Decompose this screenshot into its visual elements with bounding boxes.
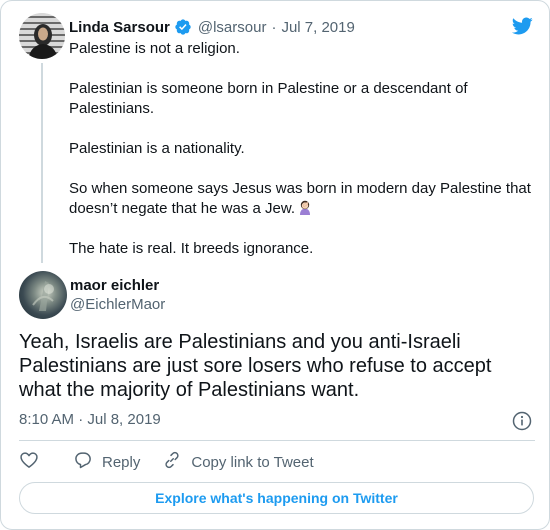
copy-link-label: Copy link to Tweet	[191, 453, 314, 471]
embedded-tweet-card: Linda Sarsour @lsarsour · Jul 7, 2019 Pa…	[0, 0, 550, 530]
woman-facepalming-emoji-icon	[297, 199, 313, 215]
parent-tweet-date[interactable]: Jul 7, 2019	[281, 19, 354, 36]
copy-link-button[interactable]: Copy link to Tweet	[162, 450, 314, 474]
parent-author-handle[interactable]: @lsarsour	[198, 19, 267, 36]
reply-tweet-text: Yeah, Israelis are Palestinians and you …	[19, 331, 492, 401]
parent-tweet-paragraph: The hate is real. It breeds ignorance.	[69, 240, 314, 257]
linda-sarsour-avatar[interactable]	[19, 13, 65, 59]
verified-badge-icon	[174, 18, 192, 36]
parent-tweet-paragraph-with-emoji: So when someone says Jesus was born in m…	[69, 179, 539, 219]
parent-tweet-paragraph: Palestinian is a nationality.	[69, 140, 245, 157]
explore-twitter-button[interactable]: Explore what's happening on Twitter	[19, 482, 534, 514]
heart-icon	[19, 450, 39, 474]
header-separator: ·	[271, 18, 277, 36]
parent-tweet-paragraph: Palestine is not a religion.	[69, 40, 240, 57]
reply-button[interactable]: Reply	[73, 450, 140, 474]
reply-author-name[interactable]: maor eichler	[70, 277, 159, 294]
reply-bubble-icon	[73, 450, 93, 474]
parent-tweet-paragraph: Palestinian is someone born in Palestine…	[69, 80, 468, 117]
reply-timestamp[interactable]: 8:10 AM · Jul 8, 2019	[19, 411, 161, 428]
info-icon[interactable]	[512, 411, 532, 431]
parent-tweet-header: Linda Sarsour @lsarsour · Jul 7, 2019	[69, 17, 355, 37]
parent-author-name[interactable]: Linda Sarsour	[69, 19, 170, 36]
reply-author-handle[interactable]: @EichlerMaor	[70, 296, 165, 313]
maor-eichler-avatar[interactable]	[19, 271, 67, 319]
link-icon	[162, 450, 182, 474]
reply-label: Reply	[102, 453, 141, 471]
twitter-bird-icon[interactable]	[509, 15, 535, 37]
like-button[interactable]	[19, 450, 39, 474]
thread-connector-line	[41, 63, 43, 263]
tweet-actions-bar: Reply Copy link to Tweet	[19, 451, 314, 473]
actions-divider	[19, 440, 535, 441]
